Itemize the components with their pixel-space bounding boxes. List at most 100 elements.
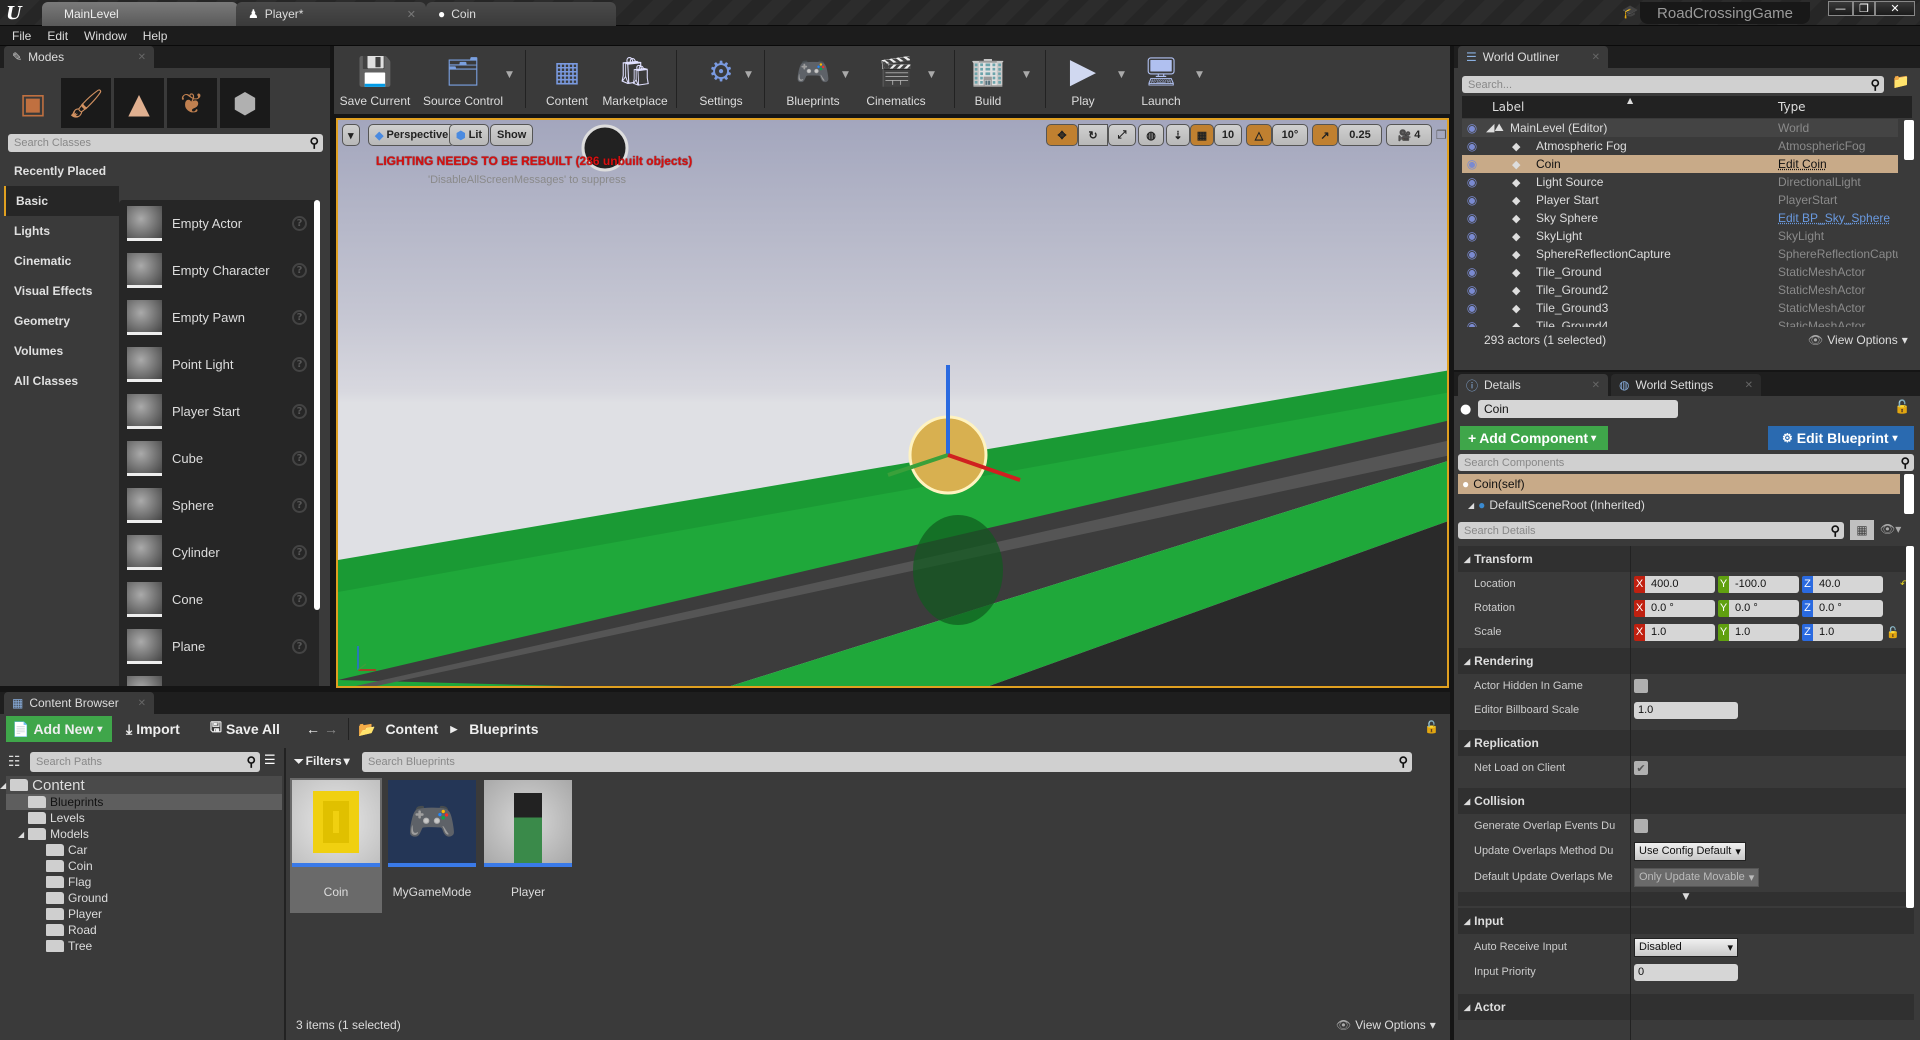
search-components-input[interactable]: Search Components ⚲	[1458, 454, 1914, 471]
back-button[interactable]: ←	[306, 716, 320, 742]
settings-dropdown-icon[interactable]: ▼	[745, 70, 752, 80]
tab-world-settings[interactable]: ◍ World Settings ✕	[1611, 374, 1761, 396]
import-button[interactable]: ⤓ Import	[126, 716, 180, 742]
maximize-viewport-icon[interactable]: ❐	[1436, 128, 1447, 142]
folder-tree-item[interactable]: Ground	[6, 890, 282, 906]
property-matrix-button[interactable]: ▦	[1850, 520, 1874, 540]
breadcrumb-content[interactable]: Content	[385, 721, 438, 737]
placeable-item[interactable]: Player Start?	[119, 388, 319, 435]
section-rendering[interactable]: ◢ Rendering	[1458, 648, 1914, 674]
place-mode-icon[interactable]: ▣	[8, 78, 58, 128]
breadcrumb-blueprints[interactable]: Blueprints	[469, 721, 538, 737]
maximize-button[interactable]: ❐	[1853, 1, 1875, 16]
close-tab-icon[interactable]: ✕	[407, 8, 416, 21]
outliner-search-input[interactable]: Search... ⚲	[1462, 76, 1884, 93]
folder-tree-item[interactable]: Levels	[6, 810, 282, 826]
add-new-button[interactable]: 📄 Add New ▾	[6, 716, 112, 742]
save-current-button[interactable]: 💾 Save Current	[335, 52, 415, 109]
visibility-eye-icon[interactable]: ◉	[1462, 229, 1482, 243]
asset-tile-mygamemode[interactable]: 🎮 MyGameMode	[386, 778, 478, 913]
placeable-item[interactable]: Empty Pawn?	[119, 294, 319, 341]
outliner-row[interactable]: ◉ ◆ Tile_Ground3 StaticMeshActor	[1462, 299, 1898, 317]
grid-snap-toggle[interactable]: ▦	[1190, 124, 1214, 146]
visibility-eye-icon[interactable]: ◉	[1462, 121, 1482, 135]
location-y-field[interactable]: Y -100.0	[1718, 575, 1799, 593]
help-icon[interactable]: ?	[292, 498, 307, 513]
net-load-checkbox[interactable]: ✔	[1634, 761, 1648, 775]
search-details-input[interactable]: Search Details ⚲	[1458, 522, 1844, 539]
lock-icon[interactable]: 🔓	[1424, 720, 1439, 734]
category-all-classes[interactable]: All Classes	[4, 366, 119, 396]
folder-tree-item[interactable]: Coin	[6, 858, 282, 874]
add-component-button[interactable]: + Add Component ▾	[1460, 426, 1608, 450]
outliner-row[interactable]: ◉ ◢⛰ MainLevel (Editor) World	[1462, 119, 1898, 137]
update-overlaps-dropdown[interactable]: Use Config Default ▾	[1634, 841, 1746, 861]
section-collision[interactable]: ◢ Collision	[1458, 788, 1914, 814]
components-scrollbar[interactable]	[1904, 474, 1914, 514]
perspective-button[interactable]: ◆ Perspective	[368, 124, 456, 146]
actor-hidden-checkbox[interactable]	[1634, 679, 1648, 693]
close-window-button[interactable]: ✕	[1875, 1, 1915, 16]
foliage-mode-icon[interactable]: ❦	[167, 78, 217, 128]
rotation-x-field[interactable]: X 0.0 °	[1634, 599, 1715, 617]
lock-scale-icon[interactable]: 🔓	[1886, 626, 1900, 639]
blueprints-button[interactable]: 🎮 Blueprints	[773, 52, 853, 109]
section-replication[interactable]: ◢ Replication	[1458, 730, 1914, 756]
landscape-mode-icon[interactable]: ▲	[114, 78, 164, 128]
expand-arrow-icon[interactable]: ◢	[0, 781, 6, 790]
tab-world-outliner[interactable]: ☰ World Outliner ✕	[1458, 46, 1608, 68]
help-icon[interactable]: ?	[292, 263, 307, 278]
close-tab-icon[interactable]: ✕	[138, 52, 146, 63]
tab-modes[interactable]: ✎ Modes ✕	[4, 46, 154, 68]
cinematics-dropdown-icon[interactable]: ▼	[928, 70, 935, 80]
outliner-row[interactable]: ◉ ◆ Coin Edit Coin	[1462, 155, 1898, 173]
col-type-header[interactable]: Type	[1778, 100, 1806, 114]
source-control-button[interactable]: 🗂 Source Control	[423, 52, 503, 109]
graduation-cap-icon[interactable]: 🎓	[1622, 5, 1638, 20]
input-priority-field[interactable]: 0	[1634, 963, 1738, 981]
help-icon[interactable]: ?	[292, 451, 307, 466]
build-dropdown-icon[interactable]: ▼	[1023, 70, 1030, 80]
help-icon[interactable]: ?	[292, 404, 307, 419]
scale-snap-value[interactable]: 0.25	[1338, 124, 1382, 146]
property-label[interactable]: Scale	[1474, 626, 1502, 638]
scale-z-field[interactable]: Z 1.0	[1802, 623, 1883, 641]
help-icon[interactable]: ?	[292, 592, 307, 607]
cinematics-button[interactable]: 🎬 Cinematics	[856, 52, 936, 109]
marketplace-button[interactable]: 🛍 Marketplace	[595, 52, 675, 109]
help-icon[interactable]: ?	[292, 216, 307, 231]
blueprints-dropdown-icon[interactable]: ▼	[842, 70, 849, 80]
component-default-scene-root[interactable]: ◢ ● DefaultSceneRoot (Inherited)	[1468, 498, 1645, 512]
placeable-item[interactable]: Sphere?	[119, 482, 319, 529]
show-button[interactable]: Show	[490, 124, 534, 146]
help-icon[interactable]: ?	[292, 545, 307, 560]
outliner-row[interactable]: ◉ ◆ SkyLight SkyLight	[1462, 227, 1898, 245]
visibility-eye-icon[interactable]: ◉	[1462, 211, 1482, 225]
settings-button[interactable]: ⚙ Settings	[681, 52, 761, 109]
category-geometry[interactable]: Geometry	[4, 306, 119, 336]
visibility-eye-icon[interactable]: ◉	[1462, 175, 1482, 189]
outliner-row[interactable]: ◉ ◆ Tile_Ground StaticMeshActor	[1462, 263, 1898, 281]
build-button[interactable]: 🏢 Build	[948, 52, 1028, 109]
world-local-toggle[interactable]: ◍	[1138, 124, 1164, 146]
lock-icon[interactable]: 🔓	[1894, 400, 1910, 415]
scale-snap-toggle[interactable]: ↗	[1312, 124, 1338, 146]
edit-blueprint-button[interactable]: ⚙ Edit Blueprint ▾	[1768, 426, 1914, 450]
source-control-dropdown-icon[interactable]: ▼	[506, 70, 513, 80]
scale-y-field[interactable]: Y 1.0	[1718, 623, 1799, 641]
actor-type[interactable]: Edit BP_Sky_Sphere	[1778, 211, 1890, 225]
folder-tree-item[interactable]: Player	[6, 906, 282, 922]
viewport-options-button[interactable]: ▾	[342, 124, 360, 146]
level-viewport[interactable]: ▾ ◆ Perspective ⬢ Lit Show LIGHTING NEEDS …	[336, 118, 1449, 688]
search-paths-input[interactable]: Search Paths ⚲	[30, 752, 260, 772]
property-label[interactable]: Rotation	[1474, 602, 1515, 614]
launch-dropdown-icon[interactable]: ▼	[1196, 70, 1203, 80]
help-icon[interactable]: ?	[292, 310, 307, 325]
outliner-row[interactable]: ◉ ◆ Tile_Ground2 StaticMeshActor	[1462, 281, 1898, 299]
rotate-mode-button[interactable]: ↻	[1078, 124, 1108, 146]
menu-window[interactable]: Window	[76, 29, 135, 43]
grid-snap-value[interactable]: 10	[1214, 124, 1242, 146]
show-advanced-icon[interactable]: ▼	[1458, 892, 1914, 906]
outliner-row[interactable]: ◉ ◆ Atmospheric Fog AtmosphericFog	[1462, 137, 1898, 155]
billboard-scale-field[interactable]: 1.0	[1634, 701, 1738, 719]
